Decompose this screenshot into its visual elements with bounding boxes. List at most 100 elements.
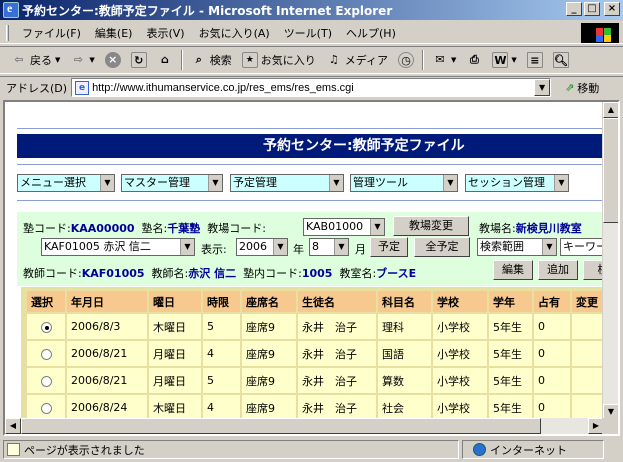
back-button[interactable]: ⇦ 戻る ▼ [6,52,65,68]
stop-button[interactable]: × [100,52,126,68]
school-info-row: 塾コード:KAA00000 塾名:千葉塾 教場コード: [23,220,266,236]
cell-occupy: 0 [534,341,570,366]
add-button[interactable]: 追加 [538,260,578,280]
cell-subject: 社会 [378,395,431,420]
menu-select[interactable]: メニュー選択 ▼ [17,174,115,192]
research-button[interactable]: 🔍︎ [548,52,574,68]
maximize-button[interactable]: □ [584,2,600,16]
row-select-radio[interactable] [40,402,52,414]
keyword-input[interactable]: キーワー [560,238,604,256]
inner-code-value: 1005 [301,267,333,280]
internet-globe-icon [473,443,486,456]
col-student: 生徒名 [298,291,376,312]
horizontal-scroll-thumb[interactable] [21,418,541,434]
forward-arrow-icon: ⇨ [73,53,83,66]
forward-button[interactable]: ⇨ ▼ [65,52,99,68]
row-select-radio[interactable] [40,375,52,387]
cell-seat: 座席9 [242,314,296,339]
mail-button[interactable]: ✉ ▼ [427,52,461,68]
back-dropdown-icon[interactable]: ▼ [55,56,60,64]
media-button[interactable]: ♫ メディア [321,52,393,68]
search-range-select[interactable]: 検索範囲 ▼ [477,238,557,256]
mail-dropdown-icon[interactable]: ▼ [451,56,456,64]
home-button[interactable]: ⌂ [152,52,178,68]
vertical-scrollbar[interactable]: ▲ ▼ [602,102,618,420]
schedule-select[interactable]: 予定管理 ▼ [230,174,344,192]
teacher-select[interactable]: KAF01005 赤沢 信二 ▼ [41,238,195,256]
school-name-label: 塾名: [141,222,168,235]
favorites-button[interactable]: ★ お気に入り [237,52,321,68]
search-icon: ⌕ [195,53,202,66]
close-button[interactable]: × [604,2,620,16]
vertical-scroll-thumb[interactable] [603,118,618,223]
cell-seat: 座席9 [242,341,296,366]
chevron-down-icon: ▼ [180,239,194,255]
back-arrow-icon: ⇦ [14,53,24,66]
master-select[interactable]: マスター管理 ▼ [121,174,223,192]
session-select[interactable]: セッション管理 ▼ [465,174,569,192]
edit-page-button[interactable]: W ▼ [487,52,521,68]
schedule-table: 選択 年月日 曜日 時限 座席名 生徒名 科目名 学校 学年 占有 変更 200… [25,289,604,420]
search-range-value: 検索範囲 [480,240,524,253]
menu-file[interactable]: ファイル(F) [15,25,88,41]
menu-grip[interactable] [6,24,9,41]
admin-tools-select[interactable]: 管理ツール ▼ [350,174,458,192]
room-label: 教室名: [339,267,377,280]
edit-button[interactable]: 編集 [493,260,533,280]
cell-subject: 国語 [378,341,431,366]
menu-favorites[interactable]: お気に入り(A) [192,25,277,41]
campus-change-button[interactable]: 教場変更 [393,216,469,236]
col-seat: 座席名 [242,291,296,312]
search-button[interactable]: ⌕ 検索 [186,52,237,68]
all-plan-button[interactable]: 全予定 [414,237,470,257]
print-button[interactable]: ⎙ [461,52,487,68]
forward-dropdown-icon[interactable]: ▼ [89,56,94,64]
menu-view[interactable]: 表示(V) [139,25,191,41]
cell-period: 4 [203,395,240,420]
refresh-button[interactable]: ↻ [126,52,152,68]
cell-weekday: 木曜日 [149,395,201,420]
cell-weekday: 木曜日 [149,314,201,339]
ie-app-icon[interactable] [3,1,19,18]
campus-name-row: 教場名:新検見川教室 [479,220,582,236]
plan-button[interactable]: 予定 [370,237,408,257]
month-select[interactable]: 8 ▼ [309,238,349,256]
extra-button[interactable]: 検 [583,260,604,280]
window-titlebar: 予約センター:教師予定ファイル - Microsoft Internet Exp… [0,0,623,20]
edit-dropdown-icon[interactable]: ▼ [511,56,516,64]
scroll-left-icon[interactable]: ◀ [5,418,21,434]
select-cell [27,395,65,420]
chevron-down-icon: ▼ [273,239,287,255]
history-button[interactable]: ◷ [393,52,419,68]
menu-help[interactable]: ヘルプ(H) [339,25,403,41]
toolbar-separator [422,50,425,70]
menu-tools[interactable]: ツール(T) [277,25,339,41]
table-row: 2006/8/21 月曜日 5 座席9 永井 治子 算数 小学校 5年生 0 [27,368,604,393]
row-select-radio[interactable] [40,348,52,360]
cell-period: 5 [203,314,240,339]
go-button[interactable]: ⇗ 移動 [565,80,599,96]
address-input[interactable]: e http://www.ithumanservice.co.jp/res_em… [71,78,552,97]
chevron-down-icon: ▼ [334,239,348,255]
cell-school: 小学校 [433,368,487,393]
discuss-button[interactable]: ≡ [522,52,548,68]
row-select-radio[interactable] [40,321,52,333]
year-select[interactable]: 2006 ▼ [236,238,288,256]
zone-text: インターネット [490,443,567,457]
schedule-table-wrapper: 選択 年月日 曜日 時限 座席名 生徒名 科目名 学校 学年 占有 変更 200… [21,287,604,420]
divider-line [17,164,604,165]
menu-edit[interactable]: 編集(E) [88,25,140,41]
browser-viewport: 予約センター:教師予定ファイル メニュー選択 ▼ マスター管理 ▼ 予定管理 ▼ 管理… [3,100,620,436]
horizontal-scrollbar[interactable]: ◀ ▶ [5,418,604,434]
teacher-info-row: 教師コード:KAF01005 教師名:赤沢 信二 塾内コード:1005 教室名:… [23,265,416,281]
minimize-button[interactable]: _ [566,2,582,16]
go-arrow-icon: ⇗ [565,81,575,94]
campus-code-select[interactable]: KAB01000 ▼ [303,218,385,236]
scroll-up-icon[interactable]: ▲ [603,102,618,118]
refresh-icon: ↻ [130,52,147,68]
cell-change [572,368,604,393]
month-unit: 月 [355,243,366,256]
address-dropdown-icon[interactable]: ▼ [534,79,551,96]
favorites-label: お気に入り [260,54,316,67]
address-url[interactable]: http://www.ithumanservice.co.jp/res_ems/… [92,82,354,94]
